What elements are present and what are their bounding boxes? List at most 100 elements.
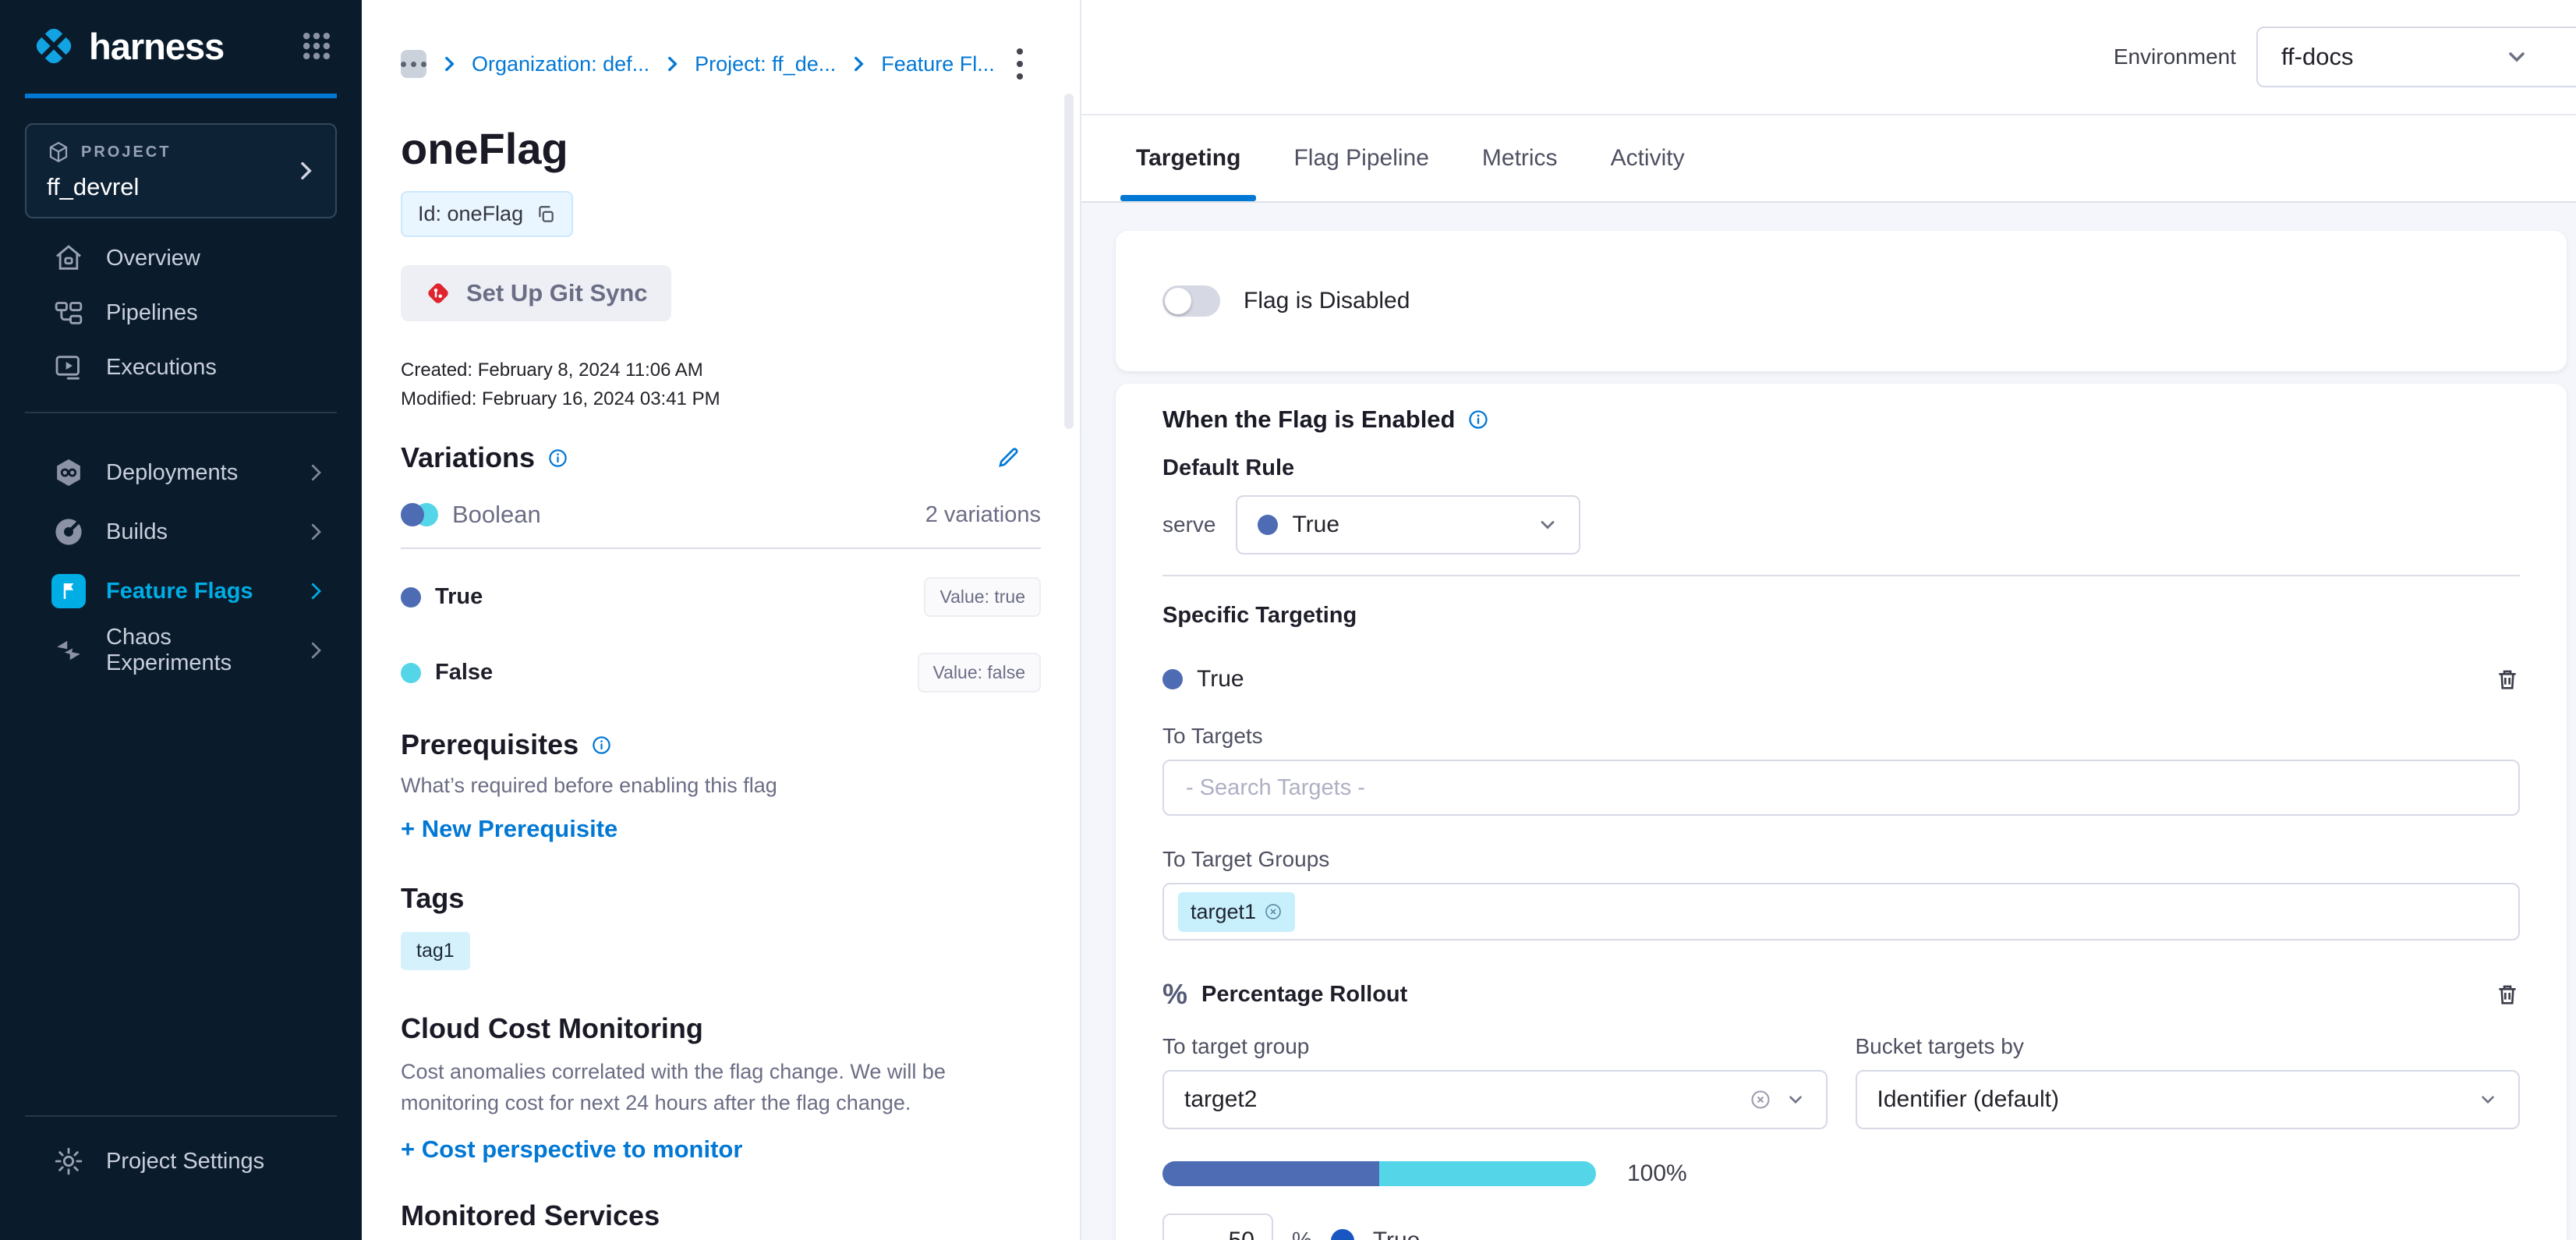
specific-variation-label: True bbox=[1197, 666, 1244, 693]
app-grid-icon[interactable] bbox=[299, 29, 334, 63]
environment-select[interactable]: ff-docs bbox=[2256, 27, 2576, 87]
sidebar-item-chaos-experiments[interactable]: Chaos Experiments bbox=[0, 621, 362, 680]
variation-color-dot bbox=[1258, 515, 1278, 535]
search-targets-input[interactable] bbox=[1162, 760, 2520, 816]
cloud-cost-section-header: Cloud Cost Monitoring bbox=[401, 1012, 1041, 1045]
boolean-type-icon bbox=[401, 503, 438, 526]
info-icon[interactable] bbox=[1467, 409, 1489, 430]
variation-color-dot bbox=[401, 663, 421, 683]
sidebar-nav: Overview Pipelines Executions bbox=[0, 231, 362, 395]
monitored-services-section-header: Monitored Services bbox=[401, 1199, 1041, 1232]
remove-chip-icon[interactable] bbox=[1264, 902, 1283, 921]
clear-selection-icon[interactable] bbox=[1750, 1089, 1771, 1111]
info-icon[interactable] bbox=[547, 448, 568, 469]
tab-bar: Targeting Flag Pipeline Metrics Activity bbox=[1081, 114, 2576, 203]
prerequisites-heading: Prerequisites bbox=[401, 728, 579, 761]
percent-icon: % bbox=[1162, 978, 1187, 1011]
enabled-section-header: When the Flag is Enabled bbox=[1162, 406, 2520, 434]
project-selector[interactable]: PROJECT ff_devrel bbox=[25, 123, 337, 218]
trash-icon[interactable] bbox=[2495, 667, 2520, 692]
divider bbox=[401, 547, 1041, 549]
chevron-right-icon bbox=[304, 520, 327, 544]
sidebar-item-overview[interactable]: Overview bbox=[0, 231, 362, 285]
chevron-down-icon bbox=[2504, 44, 2529, 69]
rollout-segment-true bbox=[1162, 1161, 1379, 1186]
default-rule-label: Default Rule bbox=[1162, 455, 2520, 481]
sidebar-item-deployments[interactable]: Deployments bbox=[0, 443, 362, 502]
targeting-panel: Environment ff-docs Targeting Flag Pipel… bbox=[1081, 0, 2576, 1240]
deployments-icon bbox=[51, 455, 86, 490]
home-icon bbox=[51, 241, 86, 275]
rollout-segment-false bbox=[1379, 1161, 1596, 1186]
kebab-menu-icon[interactable] bbox=[1007, 44, 1032, 84]
sidebar-item-executions[interactable]: Executions bbox=[0, 340, 362, 395]
variation-label: True bbox=[435, 584, 483, 610]
variation-value-badge: Value: false bbox=[918, 653, 1041, 693]
sidebar-item-label: Executions bbox=[106, 355, 217, 381]
rollout-variation-label: True bbox=[1373, 1228, 1421, 1240]
sidebar-item-project-settings[interactable]: Project Settings bbox=[0, 1134, 362, 1189]
serve-label: serve bbox=[1162, 512, 1215, 537]
tags-heading: Tags bbox=[401, 882, 464, 915]
chevron-right-icon bbox=[439, 54, 459, 74]
environment-label: Environment bbox=[2114, 44, 2236, 69]
rollout-target-group-select[interactable]: target2 bbox=[1162, 1070, 1828, 1129]
cube-icon bbox=[47, 140, 70, 164]
sidebar-item-feature-flags[interactable]: Feature Flags bbox=[0, 562, 362, 621]
sidebar-item-label: Pipelines bbox=[106, 300, 198, 326]
tab-metrics[interactable]: Metrics bbox=[1481, 115, 1559, 201]
flag-detail-panel: Organization: def... Project: ff_de... F… bbox=[362, 0, 1081, 1240]
scrollbar-thumb[interactable] bbox=[1064, 94, 1074, 429]
tab-targeting[interactable]: Targeting bbox=[1134, 115, 1242, 201]
default-rule-value: True bbox=[1292, 512, 1339, 538]
tab-activity[interactable]: Activity bbox=[1609, 115, 1686, 201]
targeting-content: Flag is Disabled When the Flag is Enable… bbox=[1081, 203, 2576, 1240]
copy-icon[interactable] bbox=[536, 204, 556, 225]
git-sync-label: Set Up Git Sync bbox=[466, 279, 648, 307]
cost-perspective-button[interactable]: + Cost perspective to monitor bbox=[401, 1135, 742, 1164]
sidebar-item-pipelines[interactable]: Pipelines bbox=[0, 285, 362, 340]
breadcrumb-link-feature-flags[interactable]: Feature Fl... bbox=[881, 52, 995, 76]
to-target-group-label: To target group bbox=[1162, 1034, 1828, 1059]
info-icon[interactable] bbox=[591, 735, 612, 756]
project-name: ff_devrel bbox=[47, 173, 315, 201]
new-prerequisite-button[interactable]: + New Prerequisite bbox=[401, 815, 617, 843]
percentage-rollout-header: % Percentage Rollout bbox=[1162, 978, 2520, 1011]
chevron-right-icon bbox=[662, 54, 682, 74]
harness-logo-icon bbox=[31, 23, 76, 69]
tag-chip: tag1 bbox=[401, 932, 470, 970]
variation-color-dot bbox=[1331, 1229, 1354, 1240]
flag-state-card: Flag is Disabled bbox=[1116, 231, 2567, 371]
monitored-services-heading: Monitored Services bbox=[401, 1199, 660, 1232]
breadcrumb-link-project[interactable]: Project: ff_de... bbox=[695, 52, 836, 76]
sidebar: harness PROJECT ff_devrel bbox=[0, 0, 362, 1240]
sidebar-accent-line bbox=[25, 94, 337, 98]
flag-enabled-toggle[interactable] bbox=[1162, 285, 1220, 317]
target-groups-input[interactable]: target1 bbox=[1162, 883, 2520, 941]
bucket-by-select[interactable]: Identifier (default) bbox=[1856, 1070, 2521, 1129]
breadcrumb: Organization: def... Project: ff_de... F… bbox=[401, 44, 1041, 84]
specific-variation-row: True bbox=[1162, 666, 2520, 693]
default-rule-select[interactable]: True bbox=[1236, 495, 1580, 554]
percent-input[interactable] bbox=[1162, 1213, 1273, 1240]
sidebar-modules: Deployments Builds Feature Flags bbox=[0, 443, 362, 680]
pipelines-icon bbox=[51, 296, 86, 330]
chevron-down-icon bbox=[2478, 1089, 2498, 1110]
breadcrumb-link-organization[interactable]: Organization: def... bbox=[472, 52, 649, 76]
chaos-icon bbox=[51, 633, 86, 668]
rollout-bar-row: 100% bbox=[1162, 1160, 2520, 1187]
app-root: harness PROJECT ff_devrel bbox=[0, 0, 2576, 1240]
tab-flag-pipeline[interactable]: Flag Pipeline bbox=[1292, 115, 1430, 201]
trash-icon[interactable] bbox=[2495, 982, 2520, 1007]
chevron-down-icon bbox=[1537, 514, 1559, 536]
prerequisites-description: What’s required before enabling this fla… bbox=[401, 774, 1041, 798]
sidebar-item-label: Chaos Experiments bbox=[106, 625, 284, 676]
feature-flags-icon bbox=[51, 574, 86, 608]
sidebar-item-builds[interactable]: Builds bbox=[0, 502, 362, 562]
edit-variations-icon[interactable] bbox=[996, 445, 1021, 470]
variation-type-label: Boolean bbox=[452, 501, 541, 529]
breadcrumb-ellipsis-button[interactable] bbox=[401, 50, 426, 78]
git-icon bbox=[424, 279, 452, 307]
bucket-by-value: Identifier (default) bbox=[1877, 1086, 2059, 1113]
setup-git-sync-button[interactable]: Set Up Git Sync bbox=[401, 265, 671, 321]
